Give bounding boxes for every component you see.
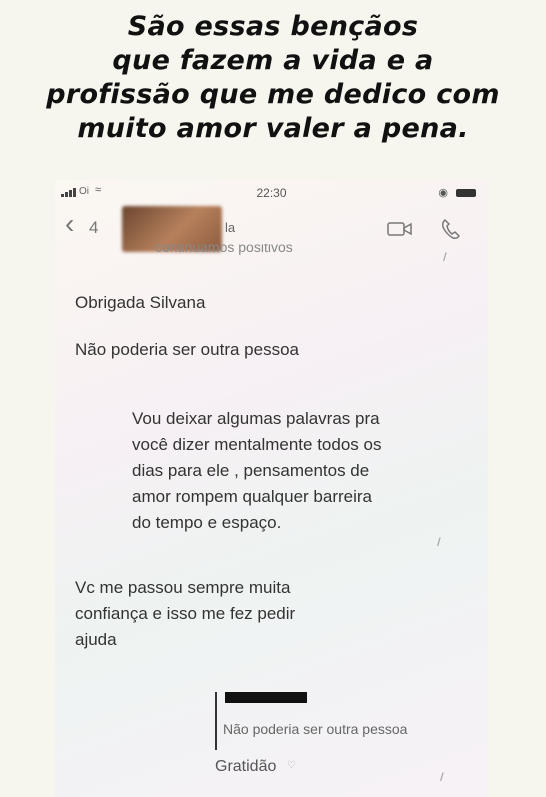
message-line: amor rompem qualquer barreira: [132, 487, 372, 506]
message-line: você dizer mentalmente todos os: [132, 435, 382, 454]
reply-quote-bar: [215, 692, 217, 750]
chevron-left-icon[interactable]: ‹: [65, 208, 74, 240]
phone-icon[interactable]: [441, 218, 461, 240]
caption-line-4: muito amor valer a pena.: [77, 113, 469, 144]
phone-screenshot: Oi ≈ 22:30 ◉ ‹ 4 la continuamos positivo…: [55, 180, 488, 797]
cut-off-message: continuamos positivos: [155, 244, 293, 255]
contact-name[interactable]: la: [225, 220, 235, 235]
reply-message: Gratidão: [215, 758, 277, 775]
caption-line-1: São essas bençãos: [127, 11, 419, 42]
redacted-sender: [225, 692, 307, 703]
alarm-icon: ◉: [438, 187, 448, 199]
caption: São essas bençãos que fazem a vida e a p…: [0, 10, 546, 146]
message-2: Não poderia ser outra pessoa: [75, 337, 299, 363]
message-line: Obrigada Silvana: [75, 293, 206, 312]
message-4: Vc me passou sempre muita confiança e is…: [75, 575, 295, 653]
double-check-icon: //: [437, 535, 440, 549]
video-camera-icon[interactable]: [387, 220, 413, 238]
caption-line-2: que fazem a vida e a: [112, 45, 434, 76]
message-line: do tempo e espaço.: [132, 513, 282, 532]
message-line: Vou deixar algumas palavras pra: [132, 409, 380, 428]
caption-line-3: profissão que me dedico com: [46, 79, 500, 110]
double-check-icon: //: [440, 770, 443, 784]
message-line: dias para ele , pensamentos de: [132, 461, 370, 480]
message-line: ajuda: [75, 630, 117, 649]
emoji-icon: ♡: [287, 760, 296, 771]
message-3: Vou deixar algumas palavras pra você diz…: [132, 406, 381, 536]
message-line: confiança e isso me fez pedir: [75, 604, 296, 623]
battery-icon: [456, 188, 476, 197]
status-right: ◉: [438, 186, 476, 199]
back-count[interactable]: 4: [89, 218, 98, 238]
message-1: Obrigada Silvana: [75, 290, 205, 316]
status-time: 22:30: [256, 186, 287, 200]
message-line: Não poderia ser outra pessoa: [75, 340, 299, 359]
message-line: Vc me passou sempre muita: [75, 578, 291, 597]
double-check-icon: //: [443, 250, 446, 264]
reply-quoted-text: Não poderia ser outra pessoa: [223, 721, 408, 737]
status-bar: Oi ≈ 22:30 ◉: [55, 180, 488, 206]
